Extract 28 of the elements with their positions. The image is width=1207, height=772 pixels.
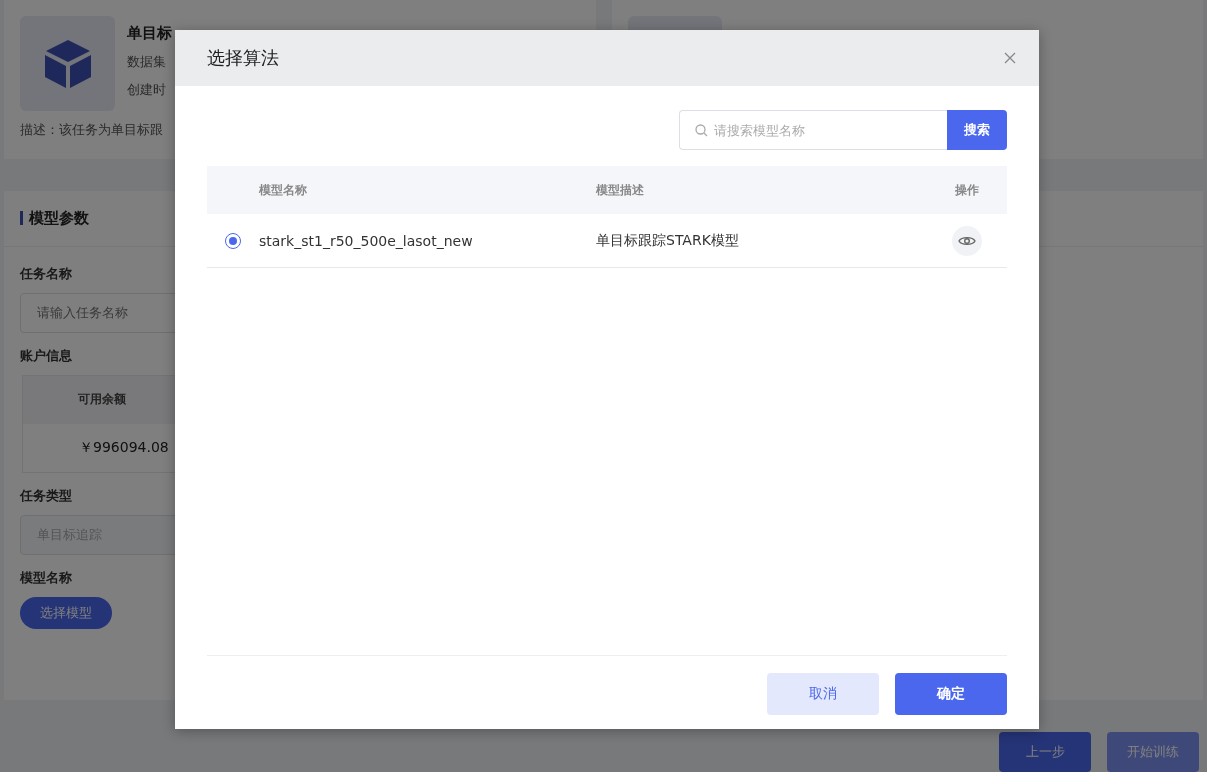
column-header: 模型名称 [259,181,308,199]
view-button[interactable] [952,225,982,256]
table-cell-text: stark_st1_r50_500e_lasot_new [259,232,474,249]
dataset-text: 数据集 [127,53,167,71]
field-label: 账户信息 [20,346,73,365]
column-header: 模型描述 [596,181,645,199]
dialog-title: 选择算法 [207,46,279,70]
close-button[interactable] [1003,51,1017,65]
field-label: 任务类型 [20,486,73,505]
description-text: 描述：该任务为单目标跟 [20,121,164,139]
section-title: 模型参数 [29,208,89,228]
dialog-button[interactable]: 取消 [767,672,879,715]
close-icon [1003,51,1017,65]
search-field[interactable]: 请搜索模型名称 [679,110,947,150]
table-cell-text: ￥996094.08 [78,437,170,457]
eye-icon [958,234,976,247]
select-model-button[interactable]: 选择模型 [20,596,112,629]
search-button[interactable]: 搜索 [947,110,1007,150]
field-label: 模型名称 [20,568,73,587]
search-icon [695,124,708,137]
dialog-button[interactable]: 确定 [895,672,1007,715]
radio-button[interactable] [225,232,241,249]
cube-icon [42,37,93,90]
field-label: 任务名称 [20,264,73,283]
table-cell-text: 单目标跟踪STARK模型 [596,231,740,250]
created-text: 创建时 [127,81,167,99]
task-title: 单目标 [127,24,172,43]
column-header: 操作 [954,181,980,199]
